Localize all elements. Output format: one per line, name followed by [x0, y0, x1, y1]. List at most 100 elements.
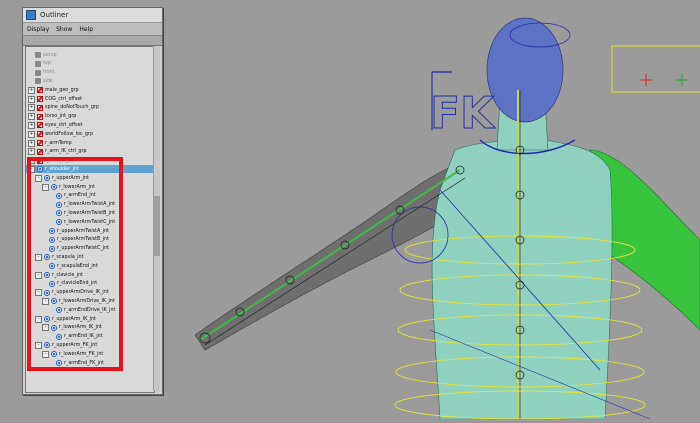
camera-node-icon	[35, 69, 41, 76]
tree-row-label: r_upperArmTwistB_jnt	[57, 237, 109, 243]
collapse-icon[interactable]: -	[35, 253, 42, 261]
tree-row[interactable]: + eyes_ctrl_offset	[26, 121, 154, 129]
tree-row[interactable]: r_lowerArmTwistC_jnt	[26, 218, 154, 226]
tree-row-label: r_clavicleEnd_jnt	[57, 281, 98, 287]
tree-row-label: spine_doNotTouch_grp	[45, 105, 99, 111]
tree-row-label: COG_ctrl_offset	[45, 96, 83, 102]
tree-row[interactable]: - r_upperArm_IK_jnt	[26, 315, 154, 323]
outliner-titlebar[interactable]: Outliner	[23, 8, 162, 23]
curve-node-icon	[37, 157, 43, 164]
tree-row-label: r_armTemp	[45, 140, 72, 146]
tree-row-label: r_upperArm_FK_jnt	[52, 342, 98, 348]
tree-row[interactable]: - r_lowerArm_FK_jnt	[26, 350, 154, 358]
tree-row[interactable]: - r_lowerArm_jnt	[26, 183, 154, 191]
tree-row[interactable]: - r_upperArm_FK_jnt	[26, 341, 154, 349]
scrollbar-thumb[interactable]	[154, 196, 160, 256]
expand-icon[interactable]: +	[28, 148, 35, 156]
camera-node-icon	[35, 52, 41, 58]
collapse-icon[interactable]: -	[42, 183, 49, 191]
expand-icon[interactable]: +	[28, 104, 35, 112]
tree-row[interactable]: side	[26, 77, 154, 85]
tree-row-label: worldFollow_loc_grp	[45, 131, 94, 137]
tree-row[interactable]: - r_lowerArm_IK_jnt	[26, 324, 154, 332]
collapse-icon[interactable]: -	[35, 341, 42, 349]
collapse-icon[interactable]: -	[28, 165, 35, 173]
tree-row[interactable]: - r_lowerArmDrive_IK_jnt	[26, 297, 154, 305]
tree-row[interactable]: + r_arm_fk_grp	[26, 157, 154, 165]
outliner-scrollbar[interactable]	[153, 46, 160, 391]
tree-row-label: r_upperArm_jnt	[52, 175, 89, 181]
tree-row[interactable]: r_upperArmTwistA_jnt	[26, 227, 154, 235]
curve-node-icon	[37, 140, 43, 146]
joint-node-icon	[44, 289, 50, 296]
tree-row-label: r_upperArm_IK_jnt	[52, 316, 96, 322]
menu-help[interactable]: Help	[79, 26, 93, 33]
curve-node-icon	[37, 104, 43, 111]
collapse-icon[interactable]: -	[42, 297, 49, 305]
expand-icon[interactable]: +	[28, 86, 35, 94]
tree-row-label: r_lowerArm_IK_jnt	[59, 325, 102, 331]
tree-row[interactable]: - r_upperArmDrive_IK_jnt	[26, 289, 154, 297]
tree-row[interactable]: r_armEndDrive_IK_jnt	[26, 306, 154, 314]
tree-row[interactable]: front	[26, 69, 154, 77]
tree-row[interactable]: - r_clavicle_jnt	[26, 271, 154, 279]
tree-row[interactable]: r_clavicleEnd_jnt	[26, 280, 154, 288]
tree-row[interactable]: r_upperArmTwistB_jnt	[26, 236, 154, 244]
tree-row[interactable]: - r_upperArm_jnt	[26, 174, 154, 182]
tree-row[interactable]: top	[26, 60, 154, 68]
expand-icon[interactable]: +	[28, 113, 35, 121]
tree-row[interactable]: r_armEnd_FK_jnt	[26, 359, 154, 367]
tree-row-label: r_lowerArmTwistC_jnt	[64, 219, 116, 225]
tree-row[interactable]: + r_arm_IK_ctrl_grp	[26, 148, 154, 156]
expand-icon[interactable]: +	[28, 130, 35, 138]
tree-row[interactable]: - r_shoulder_jnt	[26, 165, 154, 174]
collapse-icon[interactable]: -	[35, 174, 42, 182]
joint-node-icon	[49, 245, 55, 252]
tree-row-label: r_armEnd_FK_jnt	[64, 360, 104, 366]
tree-row[interactable]: r_upperArmTwistC_jnt	[26, 245, 154, 253]
expand-icon[interactable]: +	[28, 95, 35, 103]
tree-row[interactable]: + spine_doNotTouch_grp	[26, 104, 154, 112]
tree-row[interactable]: r_scapulaEnd_jnt	[26, 262, 154, 270]
tree-row-label: r_arm_IK_ctrl_grp	[45, 149, 87, 155]
menu-show[interactable]: Show	[56, 26, 72, 33]
collapse-icon[interactable]: -	[35, 315, 42, 323]
joint-node-icon	[44, 342, 50, 349]
tree-row[interactable]: + worldFollow_loc_grp	[26, 130, 154, 138]
tree-row[interactable]: persp	[26, 51, 154, 59]
collapse-icon[interactable]: -	[35, 271, 42, 279]
expand-icon[interactable]: +	[28, 139, 35, 147]
tree-row-label: r_lowerArm_FK_jnt	[59, 351, 104, 357]
outliner-window: Outliner Display Show Help persp top front…	[22, 7, 163, 395]
expand-icon[interactable]: +	[28, 121, 35, 129]
tree-row[interactable]: r_armEnd_IK_jnt	[26, 333, 154, 341]
collapse-icon[interactable]: -	[35, 289, 42, 297]
tree-row[interactable]: + r_armTemp	[26, 139, 154, 147]
tree-row[interactable]: + COG_ctrl_offset	[26, 95, 154, 103]
fk-label: FK	[430, 88, 496, 139]
tree-row[interactable]: r_lowerArmTwistB_jnt	[26, 209, 154, 217]
tree-row[interactable]: r_armEnd_jnt	[26, 192, 154, 200]
outliner-tree: persp top front side + male_geo_grp + COG_ctrl_…	[25, 46, 155, 393]
tree-row[interactable]: + torso_jnt_grp	[26, 113, 154, 121]
joint-node-icon	[51, 351, 57, 358]
tree-row[interactable]: r_lowerArmTwistA_jnt	[26, 201, 154, 209]
tree-row[interactable]: - r_scapula_jnt	[26, 253, 154, 261]
joint-node-icon	[56, 201, 62, 208]
tree-row-label: r_arm_fk_grp	[45, 158, 77, 164]
expand-icon[interactable]: +	[28, 157, 35, 165]
collapse-icon[interactable]: -	[42, 350, 49, 358]
curve-node-icon	[37, 131, 43, 138]
tree-row[interactable]: + male_geo_grp	[26, 86, 154, 94]
filter-bar[interactable]	[23, 36, 162, 46]
outliner-menubar: Display Show Help	[23, 23, 162, 36]
tree-row-label: r_lowerArmTwistB_jnt	[64, 210, 116, 216]
collapse-icon[interactable]: -	[42, 324, 49, 332]
joint-node-icon	[56, 210, 62, 217]
menu-display[interactable]: Display	[27, 26, 49, 33]
